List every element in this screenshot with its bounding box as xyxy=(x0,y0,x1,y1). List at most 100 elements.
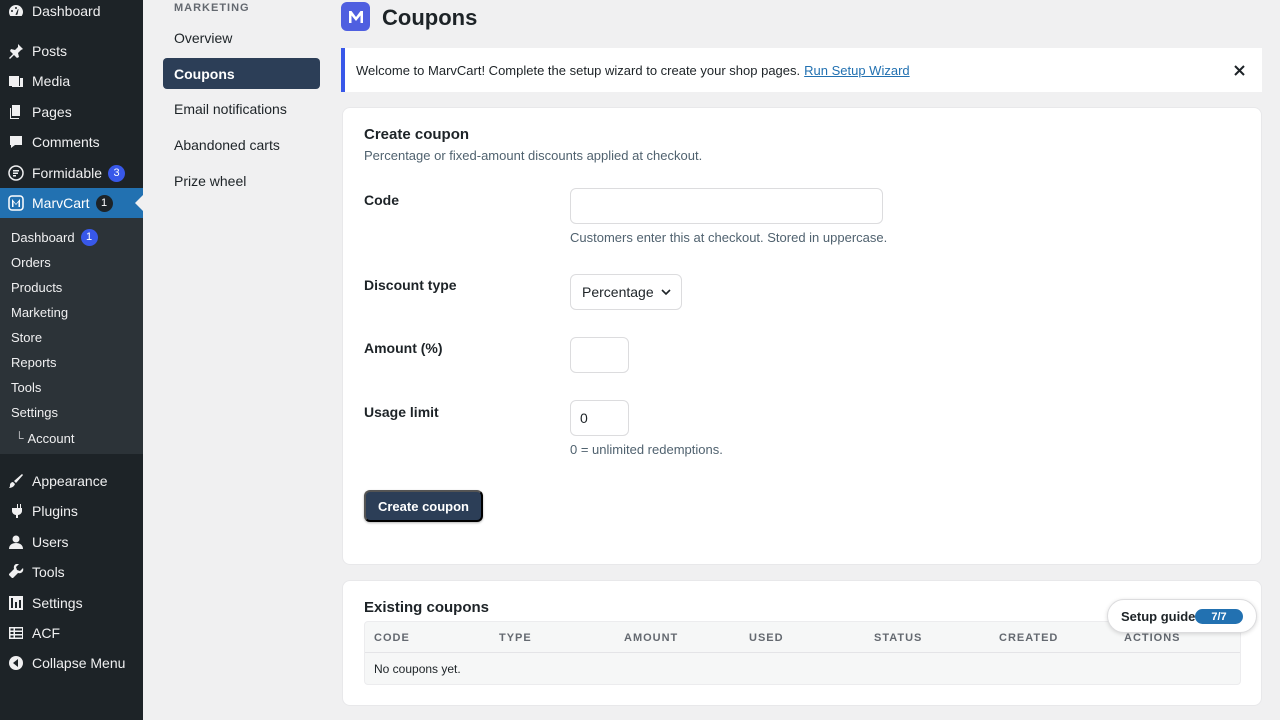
menu-label: Media xyxy=(32,73,71,89)
submenu-item-products[interactable]: Products xyxy=(11,277,62,297)
comment-icon xyxy=(8,134,24,150)
collapse-menu-button[interactable]: Collapse Menu xyxy=(0,648,143,678)
pages-icon xyxy=(8,104,24,120)
menu-item-users[interactable]: Users xyxy=(0,527,143,557)
menu-item-appearance[interactable]: Appearance xyxy=(0,466,143,496)
menu-label: Formidable xyxy=(32,165,103,181)
create-coupon-subtitle: Percentage or fixed-amount discounts app… xyxy=(364,148,703,163)
menu-item-acf[interactable]: ACF xyxy=(0,618,143,648)
submenu-label: Account xyxy=(27,430,75,446)
marvcart-logo-icon xyxy=(348,10,363,23)
empty-state-text: No coupons yet. xyxy=(374,662,461,676)
column-header-amount: AMOUNT xyxy=(624,632,679,644)
marvcart-submenu: Dashboard 1 Orders Products Marketing St… xyxy=(0,218,143,454)
submenu-item-tools[interactable]: Tools xyxy=(11,377,41,397)
menu-item-pages[interactable]: Pages xyxy=(0,97,143,127)
menu-item-marvcart[interactable]: MarvCart 1 xyxy=(0,188,143,218)
code-help-text: Customers enter this at checkout. Stored… xyxy=(570,230,888,245)
create-coupon-title: Create coupon xyxy=(364,126,470,143)
subnav-item-overview[interactable]: Overview xyxy=(163,22,320,53)
notification-badge: 1 xyxy=(80,228,98,246)
submenu-item-dashboard[interactable]: Dashboard 1 xyxy=(11,227,98,247)
setup-guide-label: Setup guide xyxy=(1121,608,1196,624)
menu-label: MarvCart xyxy=(32,195,90,211)
menu-label: Pages xyxy=(32,104,72,120)
user-icon xyxy=(8,534,24,550)
usage-limit-help-text: 0 = unlimited redemptions. xyxy=(570,442,723,457)
submenu-item-account[interactable]: └ Account xyxy=(11,428,75,448)
subnav-heading: MARKETING xyxy=(174,2,250,14)
subnav-item-email-notifications[interactable]: Email notifications xyxy=(163,93,320,124)
submenu-item-settings[interactable]: Settings xyxy=(11,402,58,422)
formidable-icon xyxy=(8,165,24,181)
notice-text: Welcome to MarvCart! Complete the setup … xyxy=(356,62,801,78)
setup-notice: Welcome to MarvCart! Complete the setup … xyxy=(341,48,1262,92)
menu-label: Posts xyxy=(32,43,68,59)
pin-icon xyxy=(8,43,24,59)
brush-icon xyxy=(8,473,24,489)
menu-label: Settings xyxy=(32,595,83,611)
settings-icon xyxy=(8,595,24,611)
wrench-icon xyxy=(8,564,24,580)
plugin-icon xyxy=(8,503,24,519)
menu-label: Collapse Menu xyxy=(32,655,126,671)
submenu-item-store[interactable]: Store xyxy=(11,327,42,347)
subnav-item-coupons[interactable]: Coupons xyxy=(163,58,320,89)
run-setup-wizard-link[interactable]: Run Setup Wizard xyxy=(804,63,910,78)
subnav-item-abandoned-carts[interactable]: Abandoned carts xyxy=(163,129,320,160)
menu-item-tools[interactable]: Tools xyxy=(0,557,143,587)
menu-label: Plugins xyxy=(32,503,78,519)
admin-sidebar: Dashboard Posts Media Pages Comments For… xyxy=(0,0,143,720)
header-divider xyxy=(365,652,1240,653)
subnav-item-prize-wheel[interactable]: Prize wheel xyxy=(163,165,320,196)
dismiss-notice-button[interactable] xyxy=(1230,61,1248,79)
discount-type-value: Percentage xyxy=(582,284,654,300)
menu-item-settings[interactable]: Settings xyxy=(0,588,143,618)
grid-icon xyxy=(8,625,24,641)
dashboard-icon xyxy=(8,3,24,19)
menu-item-comments[interactable]: Comments xyxy=(0,127,143,157)
menu-item-media[interactable]: Media xyxy=(0,66,143,96)
menu-label: Tools xyxy=(32,564,65,580)
column-header-status: STATUS xyxy=(874,632,923,644)
marvcart-logo xyxy=(341,2,370,31)
code-input[interactable] xyxy=(570,188,883,224)
discount-type-label: Discount type xyxy=(364,277,457,293)
setup-guide-button[interactable]: Setup guide 7/7 xyxy=(1107,599,1257,633)
coupons-table: CODE TYPE AMOUNT USED STATUS CREATED ACT… xyxy=(364,621,1241,685)
submenu-item-marketing[interactable]: Marketing xyxy=(11,302,68,322)
setup-guide-progress: 7/7 xyxy=(1195,609,1243,624)
existing-coupons-title: Existing coupons xyxy=(364,599,490,616)
column-header-used: USED xyxy=(749,632,784,644)
column-header-actions: ACTIONS xyxy=(1124,632,1181,644)
chevron-down-icon xyxy=(661,289,671,296)
close-icon xyxy=(1233,64,1245,76)
marvcart-icon xyxy=(8,195,24,211)
menu-item-dashboard[interactable]: Dashboard xyxy=(0,0,143,26)
amount-input[interactable] xyxy=(570,337,629,373)
create-coupon-button[interactable]: Create coupon xyxy=(364,490,483,522)
submenu-item-reports[interactable]: Reports xyxy=(11,352,57,372)
menu-item-posts[interactable]: Posts xyxy=(0,36,143,66)
menu-item-formidable[interactable]: Formidable 3 xyxy=(0,158,143,188)
usage-limit-label: Usage limit xyxy=(364,404,439,420)
notification-badge: 1 xyxy=(95,194,113,212)
submenu-item-orders[interactable]: Orders xyxy=(11,252,51,272)
usage-limit-input[interactable]: 0 xyxy=(570,400,629,436)
column-header-type: TYPE xyxy=(499,632,532,644)
menu-item-plugins[interactable]: Plugins xyxy=(0,496,143,526)
menu-label: ACF xyxy=(32,625,60,641)
amount-label: Amount (%) xyxy=(364,340,443,356)
notification-badge: 3 xyxy=(108,164,126,182)
sub-prefix: └ xyxy=(15,431,24,445)
menu-label: Dashboard xyxy=(32,3,101,19)
media-icon xyxy=(8,73,24,89)
marketing-subnav: MARKETING Overview Coupons Email notific… xyxy=(143,0,338,720)
collapse-icon xyxy=(8,655,24,671)
create-coupon-card: Create coupon Percentage or fixed-amount… xyxy=(342,107,1262,565)
menu-label: Comments xyxy=(32,134,100,150)
page-title: Coupons xyxy=(382,5,478,30)
menu-label: Appearance xyxy=(32,473,108,489)
menu-label: Users xyxy=(32,534,69,550)
discount-type-select[interactable]: Percentage xyxy=(570,274,682,310)
